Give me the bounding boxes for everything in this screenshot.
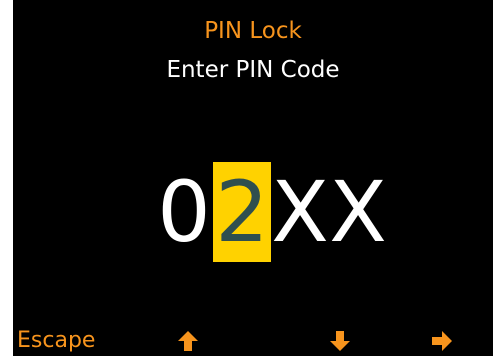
escape-softkey[interactable]: Escape xyxy=(17,326,95,356)
arrow-down-icon[interactable] xyxy=(329,330,351,352)
screen-title: PIN Lock xyxy=(204,18,302,44)
pin-entry[interactable]: 0 2 X X xyxy=(155,162,387,262)
pin-digit-2-selected[interactable]: 2 xyxy=(213,162,271,262)
arrow-right-icon[interactable] xyxy=(431,330,453,352)
pin-lock-screen: PIN Lock Enter PIN Code 0 2 X X Escape xyxy=(13,0,493,356)
screen-subtitle: Enter PIN Code xyxy=(166,57,340,83)
pin-digit-1[interactable]: 0 xyxy=(155,162,213,262)
softkey-bar: Escape xyxy=(13,326,493,356)
arrow-up-icon[interactable] xyxy=(177,330,199,352)
pin-digit-4[interactable]: X xyxy=(329,162,387,262)
pin-digit-3[interactable]: X xyxy=(271,162,329,262)
